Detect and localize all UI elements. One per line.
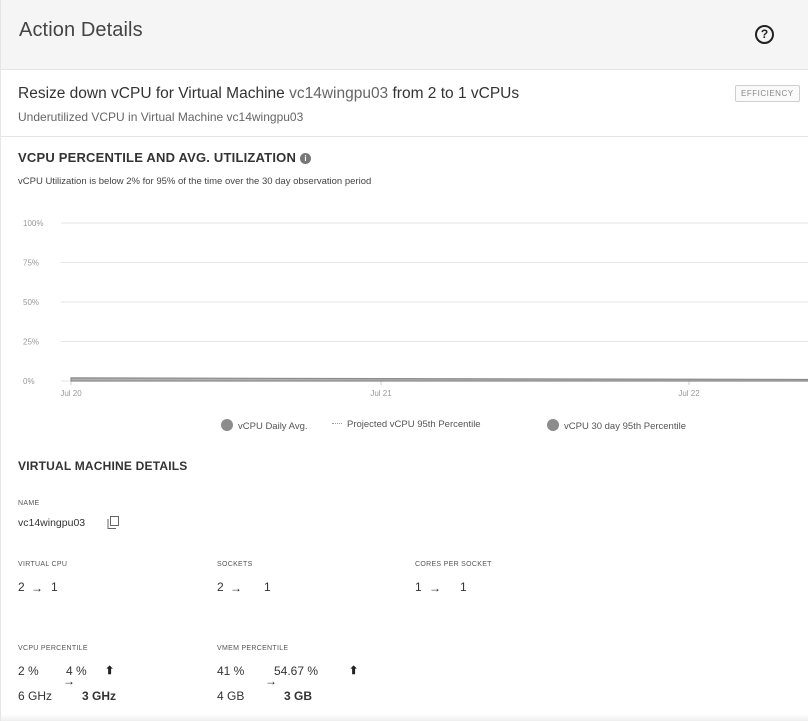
y-tick-label: 75% bbox=[23, 259, 39, 268]
vcpu-capacity-to: 3 GHz bbox=[82, 689, 117, 703]
virtual-cpu-label: VIRTUAL CPU bbox=[18, 561, 68, 568]
legend-swatch-30day-95th bbox=[547, 419, 559, 431]
name-label: NAME bbox=[18, 500, 40, 507]
vmem-capacity-from: 4 GB bbox=[217, 689, 245, 703]
cores-per-socket-arrow-icon: → bbox=[429, 581, 441, 595]
y-tick-label: 25% bbox=[23, 338, 39, 347]
sockets-from: 2 bbox=[217, 580, 224, 594]
vcpu-capacity-arrow-icon: → bbox=[63, 674, 75, 688]
chart-legend: vCPU Daily Avg. Projected vCPU 95th Perc… bbox=[1, 419, 808, 433]
vmem-capacity-to: 3 GB bbox=[284, 689, 313, 703]
legend-item-daily-avg[interactable]: vCPU Daily Avg. bbox=[221, 419, 308, 432]
y-tick-label: 0% bbox=[23, 377, 35, 386]
virtual-cpu-from: 2 bbox=[18, 580, 25, 594]
legend-label-30day-95th: vCPU 30 day 95th Percentile bbox=[564, 421, 686, 432]
vmem-percentile-to: 54.67 % bbox=[274, 664, 319, 678]
category-badge: EFFICIENCY bbox=[735, 85, 800, 102]
vmem-percentile-from: 41 % bbox=[217, 664, 245, 678]
action-subtitle: Underutilized VCPU in Virtual Machine vc… bbox=[18, 110, 304, 124]
scroll-edge bbox=[1, 714, 808, 721]
action-title: Resize down vCPU for Virtual Machine vc1… bbox=[18, 85, 519, 103]
vcpu-capacity-from: 6 GHz bbox=[18, 689, 53, 703]
series-daily-avg-area bbox=[70, 377, 808, 382]
panel-title: Action Details bbox=[19, 19, 143, 41]
cores-per-socket-label: CORES PER SOCKET bbox=[415, 561, 492, 568]
legend-item-30day-95th[interactable]: vCPU 30 day 95th Percentile bbox=[547, 419, 686, 432]
x-tick-label: Jul 22 bbox=[678, 389, 700, 398]
vm-details-title: VIRTUAL MACHINE DETAILS bbox=[18, 459, 188, 473]
legend-item-projected-95th[interactable]: Projected vCPU 95th Percentile bbox=[332, 419, 481, 430]
chart-description: vCPU Utilization is below 2% for 95% of … bbox=[18, 176, 372, 187]
chart-title-text: VCPU PERCENTILE AND AVG. UTILIZATION bbox=[18, 150, 297, 165]
cores-per-socket-from: 1 bbox=[415, 580, 422, 594]
x-tick-label: Jul 20 bbox=[60, 389, 82, 398]
sockets-label: SOCKETS bbox=[217, 561, 253, 568]
y-tick-label: 100% bbox=[23, 219, 43, 228]
legend-swatch-daily-avg bbox=[221, 419, 233, 431]
vmem-percentile-label: VMEM PERCENTILE bbox=[217, 645, 289, 652]
action-details-panel: Action Details ? Resize down vCPU for Vi… bbox=[0, 0, 808, 721]
y-tick-label: 50% bbox=[23, 298, 39, 307]
legend-swatch-projected-95th bbox=[332, 423, 342, 424]
chart-title: VCPU PERCENTILE AND AVG. UTILIZATION i bbox=[18, 150, 312, 165]
vmem-capacity-arrow-icon: → bbox=[265, 674, 277, 688]
info-icon[interactable]: i bbox=[300, 153, 312, 164]
action-vm-name: vc14wingpu03 bbox=[289, 85, 389, 102]
sockets-arrow-icon: → bbox=[230, 581, 242, 595]
vm-name-value: vc14wingpu03 bbox=[18, 517, 86, 529]
copy-icon[interactable] bbox=[107, 516, 119, 529]
cores-per-socket-to: 1 bbox=[460, 580, 467, 594]
virtual-cpu-to: 1 bbox=[51, 580, 58, 594]
vcpu-percentile-from: 2 % bbox=[18, 664, 39, 678]
vcpu-percentile-label: VCPU PERCENTILE bbox=[18, 645, 88, 652]
action-title-prefix: Resize down vCPU for Virtual Machine bbox=[18, 85, 290, 102]
utilization-chart: 100% 75% 50% 25% 0% Jul 20 Jul 21 Jul 22 bbox=[23, 219, 808, 398]
virtual-cpu-arrow-icon: → bbox=[31, 581, 43, 595]
legend-label-projected-95th: Projected vCPU 95th Percentile bbox=[347, 419, 481, 430]
x-tick-label: Jul 21 bbox=[370, 389, 392, 398]
sockets-to: 1 bbox=[264, 580, 271, 594]
vcpu-increase-arrow-icon: ⬆ bbox=[105, 665, 115, 677]
action-title-suffix: from 2 to 1 vCPUs bbox=[388, 85, 520, 102]
vmem-increase-arrow-icon: ⬆ bbox=[349, 665, 359, 677]
help-circle-icon[interactable]: ? bbox=[755, 25, 774, 44]
panel-header: Action Details ? bbox=[1, 0, 808, 70]
legend-label-daily-avg: vCPU Daily Avg. bbox=[238, 421, 308, 432]
section-divider bbox=[1, 136, 808, 137]
